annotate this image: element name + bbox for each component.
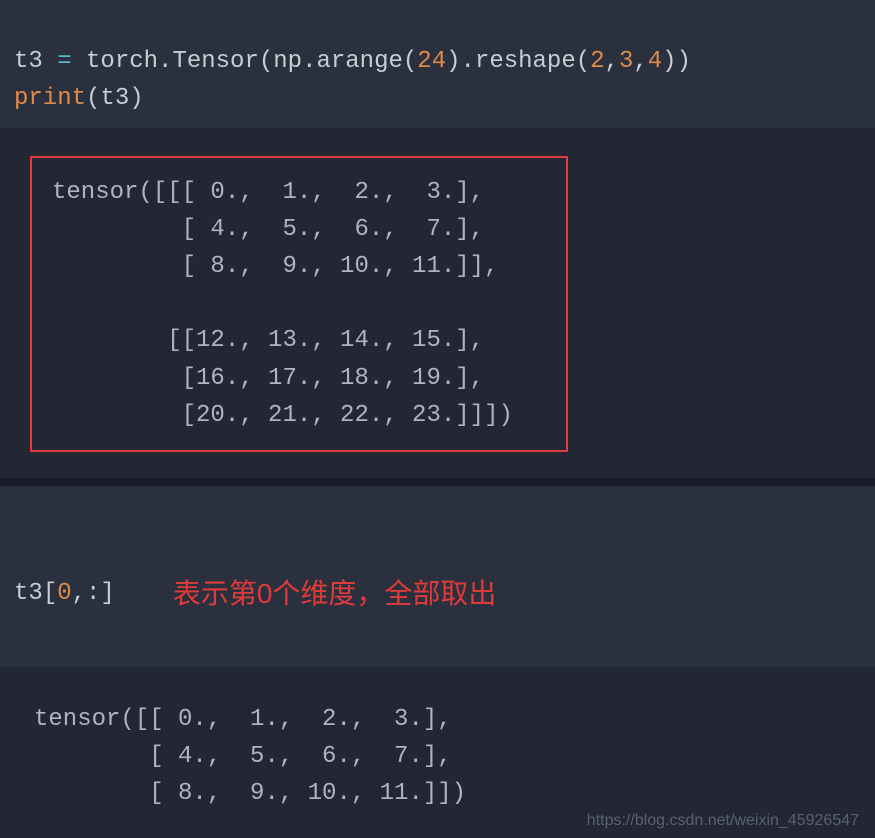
number-4: 4	[648, 48, 662, 75]
identifier-t3: t3	[14, 580, 43, 607]
call-np-arange: np.arange	[273, 48, 403, 75]
identifier-t3: t3	[14, 48, 43, 75]
bracket: ,:]	[72, 580, 115, 607]
operator-assign: =	[43, 48, 86, 75]
call-torch-tensor: torch.Tensor	[86, 48, 259, 75]
highlight-box: tensor([[[ 0., 1., 2., 3.], [ 4., 5., 6.…	[30, 156, 568, 452]
comma: ,	[605, 48, 619, 75]
call-print: print	[14, 85, 86, 112]
paren: (	[86, 85, 100, 112]
output-cell-2: tensor([[ 0., 1., 2., 3.], [ 4., 5., 6.,…	[0, 667, 875, 838]
code-expr: t3[0,:]	[14, 575, 115, 612]
paren: (	[259, 48, 273, 75]
number-0: 0	[57, 580, 71, 607]
annotation-text: 表示第0个维度，全部取出	[173, 572, 497, 615]
tensor-output-1: tensor([[[ 0., 1., 2., 3.], [ 4., 5., 6.…	[52, 174, 546, 434]
cell-divider	[0, 478, 875, 486]
number-3: 3	[619, 48, 633, 75]
paren: (	[576, 48, 590, 75]
paren: )	[446, 48, 460, 75]
paren: ))	[662, 48, 691, 75]
comma: ,	[633, 48, 647, 75]
paren: (	[403, 48, 417, 75]
code-line-with-annotation: t3[0,:] 表示第0个维度，全部取出	[14, 572, 861, 615]
output-cell-1: tensor([[[ 0., 1., 2., 3.], [ 4., 5., 6.…	[0, 128, 875, 478]
identifier-t3: t3	[100, 85, 129, 112]
bracket: [	[43, 580, 57, 607]
call-reshape: .reshape	[461, 48, 576, 75]
code-line-2: print(t3)	[14, 85, 144, 112]
code-cell-2: t3[0,:] 表示第0个维度，全部取出	[0, 486, 875, 667]
tensor-output-2: tensor([[ 0., 1., 2., 3.], [ 4., 5., 6.,…	[16, 701, 859, 813]
number-2: 2	[590, 48, 604, 75]
paren: )	[129, 85, 143, 112]
number-24: 24	[417, 48, 446, 75]
watermark-text: https://blog.csdn.net/weixin_45926547	[587, 812, 859, 830]
code-line-1: t3 = torch.Tensor(np.arange(24).reshape(…	[14, 48, 691, 75]
code-cell-1: t3 = torch.Tensor(np.arange(24).reshape(…	[0, 0, 875, 128]
